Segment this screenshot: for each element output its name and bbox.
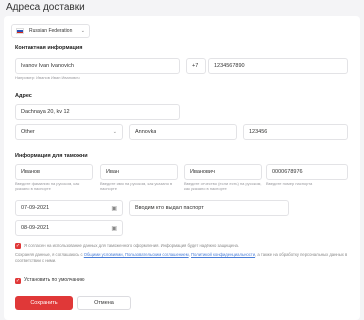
calendar-icon[interactable]: ▣: [111, 205, 117, 212]
last-name-value: Иванов: [21, 169, 40, 175]
chevron-down-icon: ⌄: [112, 129, 117, 135]
street-input[interactable]: Dachnaya 20, kv 12: [15, 104, 180, 120]
default-address-label: Установить по умолчанию: [24, 277, 85, 283]
region-value: Other: [21, 129, 35, 135]
privacy-policy-link[interactable]: Политикой конфиденциальности: [191, 252, 255, 257]
city-value: Annovka: [135, 129, 157, 135]
first-name-input[interactable]: Иван: [100, 164, 178, 180]
address-section-title: Адрес: [15, 93, 32, 99]
phone-value: 1234567890: [214, 63, 245, 69]
zip-value: 123456: [249, 129, 268, 135]
birth-date-input[interactable]: 08-09-2021 ▣: [15, 220, 123, 236]
contact-section-title: Контактная информация: [15, 45, 83, 51]
issued-by-input[interactable]: Вводим кто выдал паспорт: [129, 200, 289, 216]
russia-flag-icon: [16, 28, 24, 34]
issue-date-value: 07-09-2021: [21, 205, 50, 211]
customs-consent-checkbox[interactable]: ✓: [15, 243, 21, 249]
country-select[interactable]: Russian Federation ⌄: [11, 24, 90, 38]
last-name-input[interactable]: Иванов: [15, 164, 93, 180]
terms-prefix: Сохраняя данные, я соглашаюсь с: [15, 252, 83, 257]
terms-mid: ,: [188, 252, 190, 257]
street-value: Dachnaya 20, kv 12: [21, 109, 70, 115]
country-select-value: Russian Federation: [29, 28, 73, 34]
customs-consent-text: Я согласен на использование данных для т…: [24, 243, 240, 248]
cancel-button[interactable]: Отмена: [77, 296, 131, 310]
passport-number-hint: Введите номер паспорта: [266, 181, 313, 186]
middle-name-value: Иванович: [190, 169, 215, 175]
issued-by-value: Вводим кто выдал паспорт: [135, 205, 204, 211]
phone-code-input[interactable]: +7: [186, 58, 206, 74]
full-name-hint: Например: Иванов Иван Иванович: [15, 75, 80, 80]
region-select[interactable]: Other ⌄: [15, 124, 123, 140]
middle-name-input[interactable]: Иванович: [184, 164, 262, 180]
customs-section-title: Информация для таможни: [15, 153, 88, 159]
full-name-input[interactable]: Ivanov Ivan Ivanovich: [15, 58, 180, 74]
phone-input[interactable]: 1234567890: [208, 58, 348, 74]
default-address-checkbox[interactable]: ✓: [15, 278, 21, 284]
issue-date-input[interactable]: 07-09-2021 ▣: [15, 200, 123, 216]
birth-date-value: 08-09-2021: [21, 225, 50, 231]
passport-number-input[interactable]: 0000678976: [266, 164, 348, 180]
middle-name-hint: Введите отчество (если есть) на русском,…: [184, 181, 262, 191]
save-button[interactable]: Сохранить: [15, 296, 73, 310]
chevron-down-icon: ⌄: [80, 28, 85, 34]
first-name-hint: Введите имя на русском, как указано в па…: [100, 181, 173, 191]
page-title: Адреса доставки: [6, 2, 85, 13]
terms-link[interactable]: Общими условиями, Пользовательским согла…: [84, 252, 189, 257]
full-name-value: Ivanov Ivan Ivanovich: [21, 63, 74, 69]
passport-number-value: 0000678976: [272, 169, 303, 175]
last-name-hint: Введите фамилию на русском, как указано …: [15, 181, 80, 191]
calendar-icon[interactable]: ▣: [111, 225, 117, 232]
city-input[interactable]: Annovka: [129, 124, 237, 140]
first-name-value: Иван: [106, 169, 119, 175]
terms-text: Сохраняя данные, я соглашаюсь с Общими у…: [15, 252, 350, 263]
phone-code-value: +7: [192, 63, 199, 69]
zip-input[interactable]: 123456: [243, 124, 348, 140]
